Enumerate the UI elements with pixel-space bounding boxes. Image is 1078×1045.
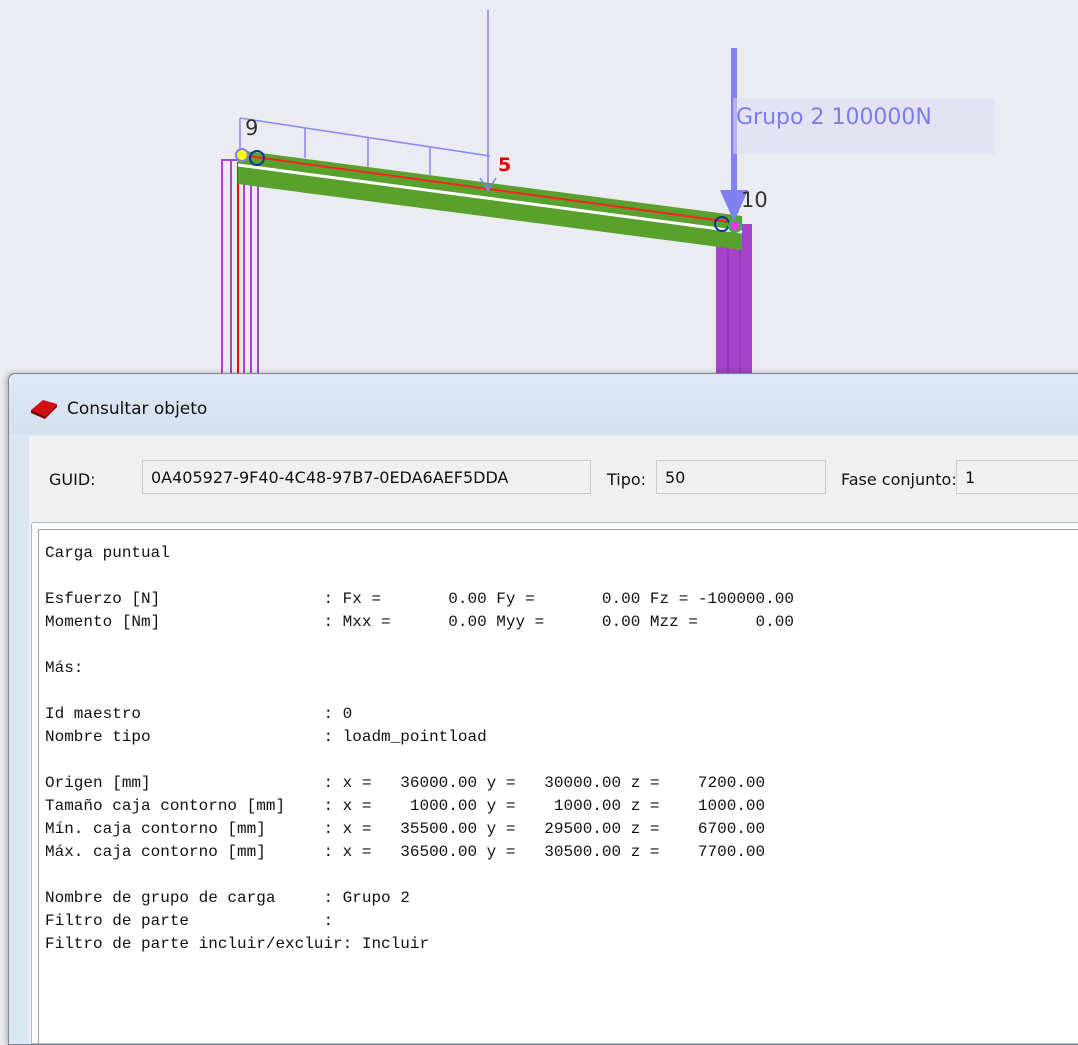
load-number-label: 5	[498, 154, 512, 176]
point-load-5	[479, 10, 497, 192]
report-line: Más:	[45, 659, 84, 677]
fase-conjunto-label: Fase conjunto:	[841, 470, 957, 489]
app-icon	[31, 400, 57, 419]
report-line: Mín. caja contorno [mm] : x = 35500.00 y…	[45, 820, 766, 838]
report-line: Filtro de parte incluir/excluir: Incluir	[45, 935, 430, 953]
report-text-area[interactable]: Carga puntual Esfuerzo [N] : Fx = 0.00 F…	[38, 529, 1078, 1043]
tipo-field[interactable]: 50	[656, 460, 826, 494]
dialog-title: Consultar objeto	[67, 399, 208, 419]
report-line: Esfuerzo [N] : Fx = 0.00 Fy = 0.00 Fz = …	[45, 590, 794, 608]
fase-conjunto-field[interactable]: 1	[956, 460, 1078, 494]
report-line: Carga puntual	[45, 544, 170, 562]
object-info-bar: GUID: 0A405927-9F40-4C48-97B7-0EDA6AEF5D…	[29, 436, 1078, 508]
beam	[237, 150, 743, 250]
dialog-titlebar[interactable]: Consultar objeto	[9, 374, 1078, 434]
guid-field[interactable]: 0A405927-9F40-4C48-97B7-0EDA6AEF5DDA	[142, 460, 591, 494]
report-panel: Carga puntual Esfuerzo [N] : Fx = 0.00 F…	[31, 522, 1078, 1044]
report-line: Momento [Nm] : Mxx = 0.00 Myy = 0.00 Mzz…	[45, 613, 794, 631]
report-line: Filtro de parte :	[45, 912, 334, 930]
guid-label: GUID:	[49, 470, 96, 489]
report-line: Tamaño caja contorno [mm] : x = 1000.00 …	[45, 797, 766, 815]
dialog-client-area: GUID: 0A405927-9F40-4C48-97B7-0EDA6AEF5D…	[29, 436, 1078, 1044]
node-label-10: 10	[741, 188, 768, 212]
report-line: Nombre de grupo de carga : Grupo 2	[45, 889, 410, 907]
report-line: Nombre tipo : loadm_pointload	[45, 728, 487, 746]
report-line: Máx. caja contorno [mm] : x = 36500.00 y…	[45, 843, 766, 861]
node-label-9: 9	[245, 116, 259, 140]
load-group-label: Grupo 2 100000N	[736, 105, 932, 130]
left-column	[221, 159, 259, 381]
report-line: Origen [mm] : x = 36000.00 y = 30000.00 …	[45, 774, 766, 792]
tipo-label: Tipo:	[607, 470, 647, 489]
report-content: Carga puntual Esfuerzo [N] : Fx = 0.00 F…	[39, 530, 1078, 956]
inquire-object-dialog[interactable]: Consultar objeto GUID: 0A405927-9F40-4C4…	[8, 373, 1078, 1045]
report-line: Id maestro : 0	[45, 705, 353, 723]
